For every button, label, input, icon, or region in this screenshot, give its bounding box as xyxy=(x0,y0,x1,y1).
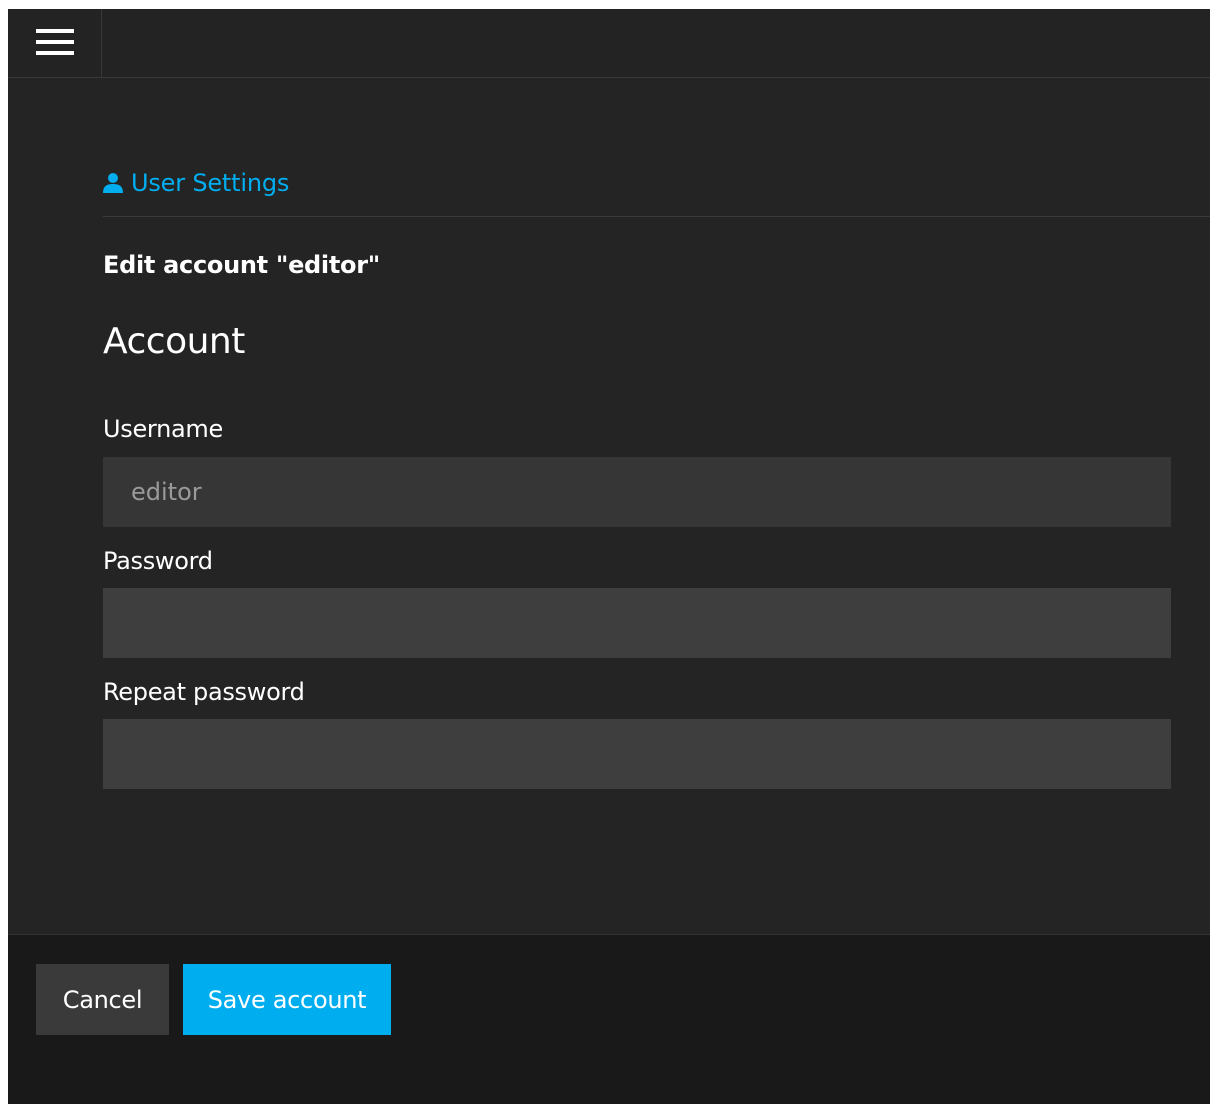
section-header: User Settings xyxy=(103,164,289,202)
main-content: User Settings Edit account "editor" Acco… xyxy=(8,78,1210,934)
user-icon xyxy=(103,173,123,193)
menu-line xyxy=(36,40,74,44)
repeat-password-field[interactable] xyxy=(103,719,1171,789)
menu-line xyxy=(36,51,74,55)
menu-line xyxy=(36,29,74,33)
section-title: User Settings xyxy=(131,169,290,197)
form-heading: Account xyxy=(103,321,245,362)
hamburger-menu-icon[interactable] xyxy=(8,9,102,77)
section-divider xyxy=(103,216,1210,217)
page-title: Edit account "editor" xyxy=(103,251,380,279)
cancel-button[interactable]: Cancel xyxy=(36,964,169,1035)
app-window: User Settings Edit account "editor" Acco… xyxy=(8,9,1210,1104)
top-bar xyxy=(8,9,1210,78)
password-label: Password xyxy=(103,547,213,575)
save-account-button[interactable]: Save account xyxy=(183,964,391,1035)
username-label: Username xyxy=(103,415,223,443)
footer-actions: Cancel Save account xyxy=(8,934,1210,1104)
password-field[interactable] xyxy=(103,588,1171,658)
repeat-password-label: Repeat password xyxy=(103,678,305,706)
username-field[interactable] xyxy=(103,457,1171,527)
